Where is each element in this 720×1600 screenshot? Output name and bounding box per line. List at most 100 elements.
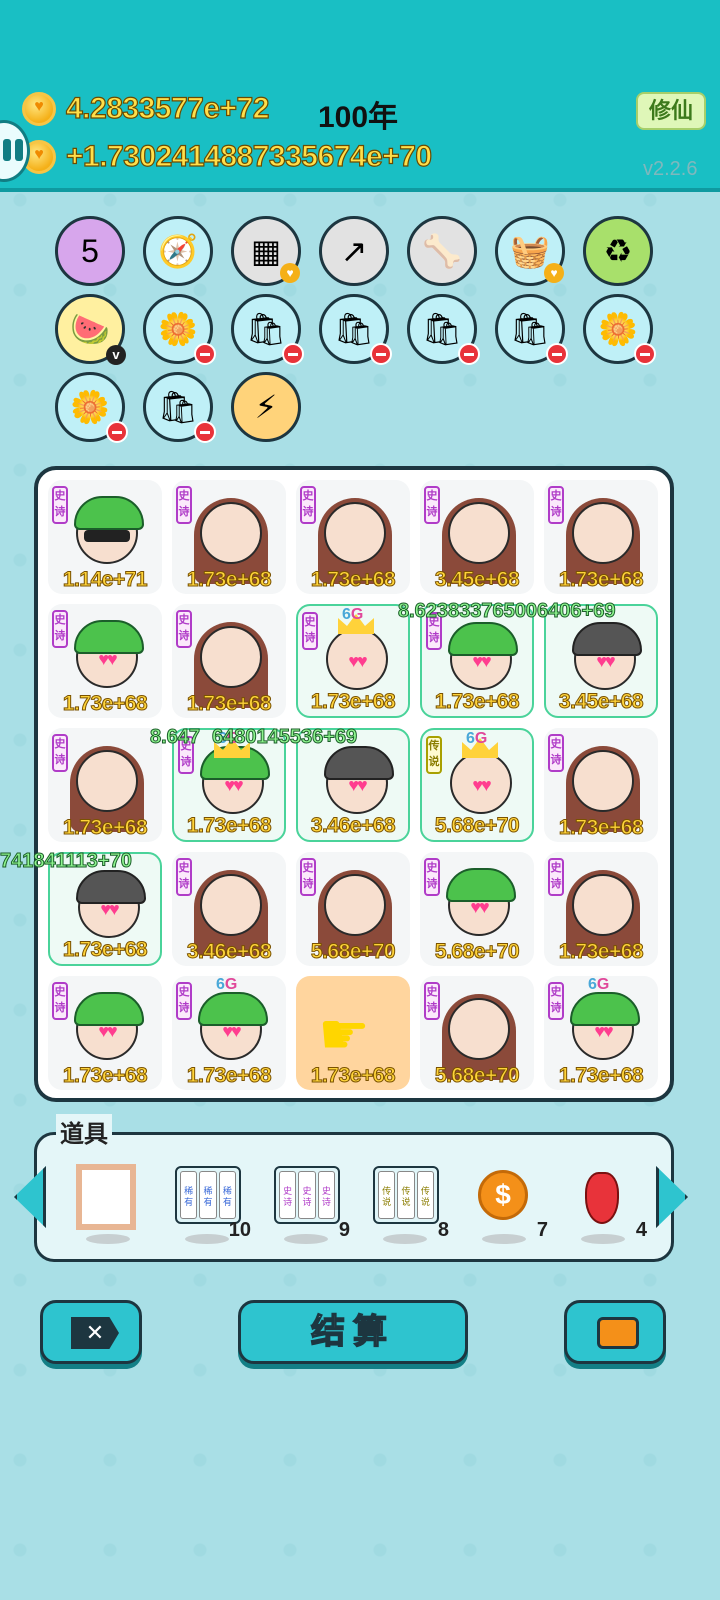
calendar-icon[interactable]: 5 xyxy=(55,216,125,286)
money-amount: 4.2833577e+72 xyxy=(65,91,270,125)
fruit-basket-icon-glyph: 🧺 xyxy=(510,233,550,269)
frame-icon xyxy=(76,1164,136,1230)
board-cell[interactable]: 史诗 5.68e+70 xyxy=(296,852,410,966)
heart-eyes: ♥♥ xyxy=(348,651,367,671)
flower-pot-icon[interactable]: 🌼 xyxy=(143,294,216,365)
remove-badge[interactable] xyxy=(458,343,480,365)
board-cell[interactable]: ♥♥ 史诗 6G 1.73e+68 xyxy=(172,976,286,1090)
rarity-tag: 史诗 xyxy=(300,486,316,524)
flower-pot-icon[interactable]: 🌼 xyxy=(583,294,656,365)
heart-eyes: ♥♥ xyxy=(596,651,615,671)
sack-icon[interactable]: 🛍 xyxy=(407,294,480,365)
face xyxy=(572,750,634,812)
cell-value: 1.73e+68 xyxy=(186,1064,272,1088)
briefcase-button[interactable] xyxy=(564,1300,666,1364)
face xyxy=(200,874,262,936)
remove-badge[interactable] xyxy=(194,421,216,443)
rarity-tag: 史诗 xyxy=(548,486,564,524)
board-cell[interactable]: 史诗 1.73e+68 xyxy=(172,604,286,718)
arrow-up-icon[interactable]: ↗ xyxy=(319,216,389,286)
sack-icon[interactable]: 🛍 xyxy=(495,294,568,365)
remove-badge[interactable] xyxy=(370,343,392,365)
board-cell[interactable]: 史诗 3.45e+68 xyxy=(420,480,534,594)
board-cell[interactable]: 史诗 5.68e+70 xyxy=(420,976,534,1090)
board-cell[interactable]: 史诗 1.14e+71 xyxy=(48,480,162,594)
6g-badge: 6G xyxy=(342,606,364,623)
board-cell[interactable]: ♥♥ 史诗 1.73e+68 xyxy=(48,604,162,718)
board-cell[interactable]: ♥♥ 史诗 6G 1.73e+68 xyxy=(296,604,410,718)
heart-eyes: ♥♥ xyxy=(98,1021,117,1041)
face xyxy=(200,502,262,564)
heart-eyes: ♥♥ xyxy=(470,897,489,917)
settle-button[interactable]: 结算 xyxy=(238,1300,468,1364)
board-cell[interactable]: ☛ 1.73e+68 xyxy=(296,976,410,1090)
tool-item-cards-yellow[interactable]: 传说 传说 传说 8 xyxy=(369,1160,449,1244)
board-cell[interactable]: 史诗 1.73e+68 xyxy=(172,480,286,594)
sack-icon[interactable]: 🛍 xyxy=(231,294,304,365)
board-cell[interactable]: ♥♥ 史诗 6G 1.73e+68 xyxy=(544,976,658,1090)
6g-badge: 6G xyxy=(466,730,488,747)
sack-icon-glyph: 🛍 xyxy=(333,311,375,347)
board-cell[interactable]: ♥♥ 传说 6G 5.68e+70 xyxy=(420,728,534,842)
bone-bowl-icon[interactable]: 🦴 xyxy=(407,216,477,286)
bone-bowl-icon-glyph: 🦴 xyxy=(422,233,462,269)
heart-eyes: ♥♥ xyxy=(348,775,367,795)
cell-value: 1.73e+68 xyxy=(434,690,520,714)
tool-item-coin[interactable]: $7 xyxy=(468,1160,548,1244)
board-cell[interactable]: 史诗 1.73e+68 xyxy=(544,852,658,966)
board-cell[interactable]: 史诗 3.46e+68 xyxy=(172,852,286,966)
sack-icon-glyph: 🛍 xyxy=(509,311,551,347)
cell-value: 1.73e+68 xyxy=(62,692,148,716)
remove-badge[interactable] xyxy=(634,343,656,365)
recycle-icon[interactable]: ♻ xyxy=(583,216,653,286)
remove-badge[interactable] xyxy=(546,343,568,365)
dollar-coin-icon: $ xyxy=(478,1170,528,1220)
cubes-icon[interactable]: ▦ ♥ xyxy=(231,216,301,286)
rarity-tag: 史诗 xyxy=(176,982,192,1020)
v-badge: v xyxy=(106,345,126,365)
remove-badge[interactable] xyxy=(194,343,216,365)
face xyxy=(572,874,634,936)
board-cell[interactable]: ♥♥ 史诗 5.68e+70 xyxy=(420,852,534,966)
face xyxy=(76,750,138,812)
fruit-basket-icon[interactable]: 🧺 ♥ xyxy=(495,216,565,286)
sack-icon-glyph: 🛍 xyxy=(245,311,287,347)
rarity-tag: 史诗 xyxy=(424,858,440,896)
board-cell[interactable]: 史诗 1.73e+68 xyxy=(544,480,658,594)
board-cell[interactable]: ♥♥ 史诗 1.73e+68 xyxy=(48,976,162,1090)
recycle-icon-glyph: ♻ xyxy=(603,233,633,269)
heart-eyes: ♥♥ xyxy=(100,899,119,919)
xiuxian-button[interactable]: 修仙 xyxy=(636,92,706,130)
flower-pot-icon-glyph: 🌼 xyxy=(70,389,110,425)
version-label: v2.2.6 xyxy=(643,158,698,180)
tool-item-cards-purple[interactable]: 史诗 史诗 史诗 9 xyxy=(270,1160,350,1244)
cell-value: 1.73e+68 xyxy=(62,816,148,840)
fruit-plate-icon-glyph: 🍉 xyxy=(70,311,110,347)
sack-icon[interactable]: 🛍 xyxy=(319,294,392,365)
cancel-button[interactable]: ✕ xyxy=(40,1300,142,1364)
compass-icon[interactable]: 🧭 xyxy=(143,216,213,286)
remove-badge[interactable] xyxy=(106,421,128,443)
rarity-tag: 史诗 xyxy=(548,858,564,896)
card-pack-icon: 史诗 史诗 史诗 xyxy=(274,1166,340,1224)
sunglasses xyxy=(84,530,130,542)
cell-value: 5.68e+70 xyxy=(310,940,396,964)
6g-badge: 6G xyxy=(216,976,238,993)
board-cell[interactable]: 史诗 1.73e+68 xyxy=(48,728,162,842)
tool-item-cards-blue[interactable]: 稀有 稀有 稀有 10 xyxy=(171,1160,251,1244)
flower-pot-icon[interactable]: 🌼 xyxy=(55,372,128,443)
board-cell[interactable]: 史诗 1.73e+68 xyxy=(544,728,658,842)
fruit-plate-icon[interactable]: 🍉 v xyxy=(55,294,126,365)
sack-icon[interactable]: 🛍 xyxy=(143,372,216,443)
cell-value: 5.68e+70 xyxy=(434,1064,520,1088)
tool-item-frame[interactable] xyxy=(72,1160,152,1244)
years-counter: 100年 xyxy=(318,101,399,134)
tool-item-pepper[interactable]: 4 xyxy=(567,1160,647,1244)
cell-value: 1.73e+68 xyxy=(62,1064,148,1088)
lightning-icon[interactable]: ⚡ xyxy=(231,372,301,442)
remove-badge[interactable] xyxy=(282,343,304,365)
rarity-tag: 史诗 xyxy=(52,734,68,772)
board-cell[interactable]: 史诗 1.73e+68 xyxy=(296,480,410,594)
rarity-tag: 史诗 xyxy=(52,610,68,648)
cell-value: 5.68e+70 xyxy=(434,940,520,964)
